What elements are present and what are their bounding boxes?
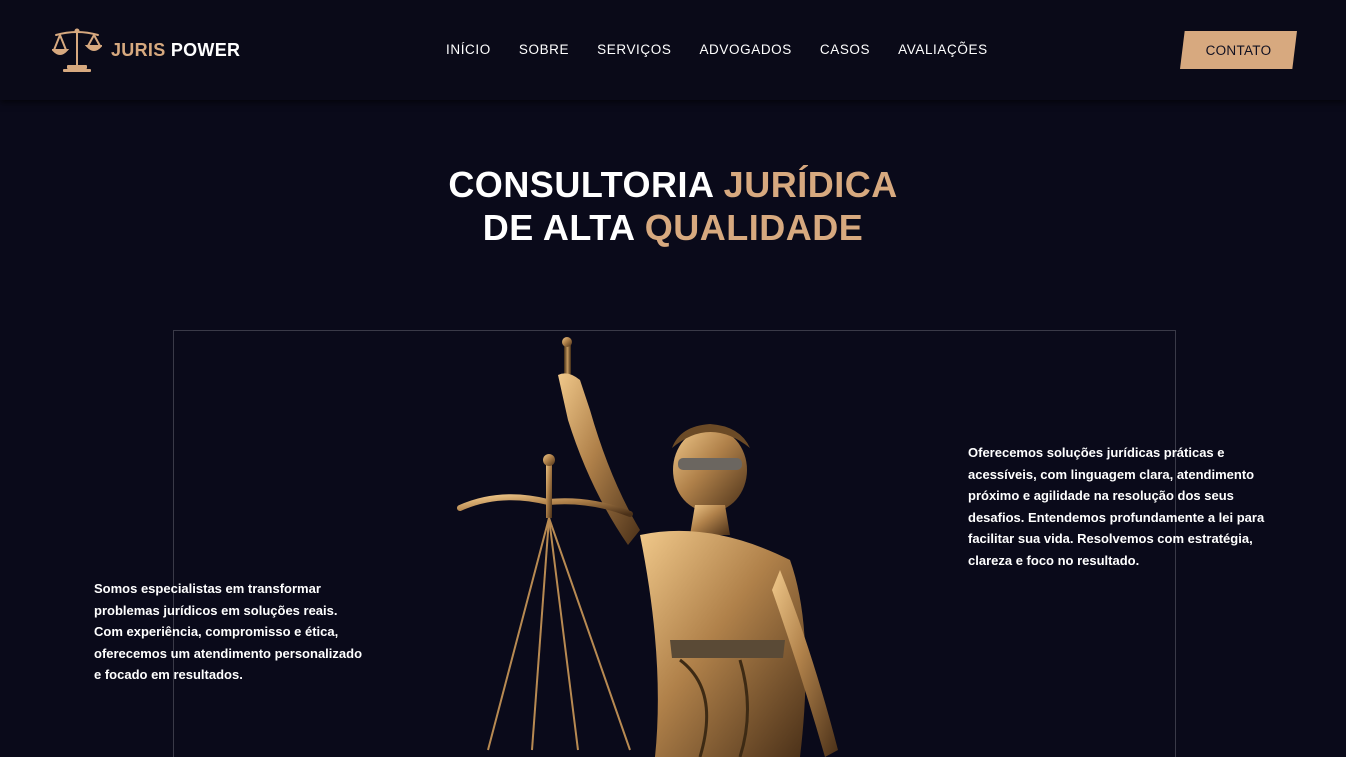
nav-item-inicio[interactable]: INÍCIO [446,40,491,60]
brand-name-part2: POWER [170,39,241,60]
hero-title: CONSULTORIA JURÍDICA DE ALTA QUALIDADE [0,163,1346,249]
lady-justice-statue [457,337,838,757]
contact-button[interactable]: CONTATO [1180,31,1297,69]
site-header: JURIS POWER INÍCIO SOBRE SERVIÇOS ADVOGA… [0,0,1346,100]
nav-item-sobre[interactable]: SOBRE [519,40,569,60]
hero-title-line2-white: DE ALTA [482,207,635,248]
brand-name-part1: JURIS [111,39,166,60]
hero-title-line2-gold: QUALIDADE [644,207,864,248]
main-nav: INÍCIO SOBRE SERVIÇOS ADVOGADOS CASOS AV… [432,40,1002,60]
nav-item-servicos[interactable]: SERVIÇOS [597,40,671,60]
brand-logo[interactable]: JURIS POWER [52,26,240,74]
hero-title-line1-white: CONSULTORIA [448,164,714,205]
scales-of-justice-icon [52,28,102,72]
about-text-left: Somos especialistas em transformar probl… [94,581,363,682]
about-text-right: Oferecemos soluções jurídicas práticas e… [968,445,1265,568]
nav-item-casos[interactable]: CASOS [820,40,870,60]
nav-item-avaliacoes[interactable]: AVALIAÇÕES [898,40,988,60]
nav-item-advogados[interactable]: ADVOGADOS [699,40,791,60]
hero-title-line1-gold: JURÍDICA [723,164,898,205]
brand-name: JURIS POWER [111,40,240,61]
